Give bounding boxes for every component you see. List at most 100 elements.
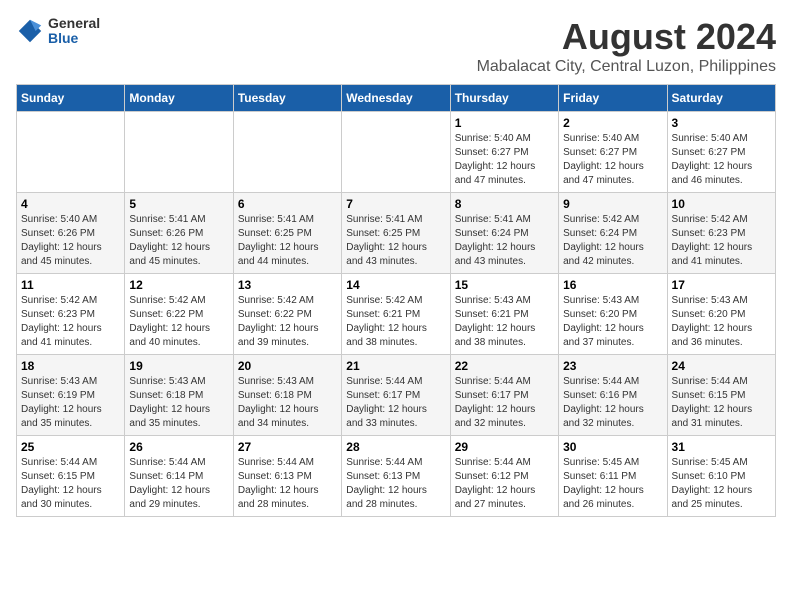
calendar-day-cell: 1 Sunrise: 5:40 AMSunset: 6:27 PMDaylight… [450,112,558,193]
title-block: August 2024 Mabalacat City, Central Luzo… [477,16,776,76]
day-number: 23 [563,359,662,373]
calendar-week-row: 18Sunrise: 5:43 AMSunset: 6:19 PMDayligh… [17,355,776,436]
day-number: 5 [129,197,228,211]
calendar-day-cell: 21 Sunrise: 5:44 AMSunset: 6:17 PMDayligh… [342,355,450,436]
day-number: 2 [563,116,662,130]
calendar-day-cell [233,112,341,193]
calendar-day-header: Thursday [450,85,558,112]
day-number: 26 [129,440,228,454]
calendar-day-cell: 4 Sunrise: 5:40 AMSunset: 6:26 PMDaylight… [17,193,125,274]
calendar-day-cell: 11 Sunrise: 5:42 AMSunset: 6:23 PMDayligh… [17,274,125,355]
day-info: Sunrise: 5:42 AMSunset: 6:22 PMDaylight:… [129,294,228,350]
day-number: 7 [346,197,445,211]
calendar-day-cell: 28 Sunrise: 5:44 AMSunset: 6:13 PMDayligh… [342,436,450,517]
calendar-week-row: 25 Sunrise: 5:44 AMSunset: 6:15 PMDayligh… [17,436,776,517]
calendar-day-cell: 18Sunrise: 5:43 AMSunset: 6:19 PMDayligh… [17,355,125,436]
day-info: Sunrise: 5:43 AMSunset: 6:20 PMDaylight:… [563,294,662,350]
day-number: 31 [672,440,771,454]
day-info: Sunrise: 5:44 AMSunset: 6:15 PMDaylight:… [672,375,771,431]
day-info: Sunrise: 5:44 AMSunset: 6:12 PMDaylight:… [455,456,554,512]
calendar-day-header: Monday [125,85,233,112]
calendar-day-cell: 25 Sunrise: 5:44 AMSunset: 6:15 PMDayligh… [17,436,125,517]
day-number: 22 [455,359,554,373]
calendar-day-cell: 9Sunrise: 5:42 AMSunset: 6:24 PMDaylight… [559,193,667,274]
day-number: 17 [672,278,771,292]
calendar-table: SundayMondayTuesdayWednesdayThursdayFrid… [16,84,776,517]
calendar-day-cell: 7 Sunrise: 5:41 AMSunset: 6:25 PMDaylight… [342,193,450,274]
day-number: 15 [455,278,554,292]
subtitle: Mabalacat City, Central Luzon, Philippin… [477,58,776,76]
calendar-day-cell: 27 Sunrise: 5:44 AMSunset: 6:13 PMDayligh… [233,436,341,517]
calendar-day-cell: 24 Sunrise: 5:44 AMSunset: 6:15 PMDayligh… [667,355,775,436]
calendar-day-cell: 17 Sunrise: 5:43 AMSunset: 6:20 PMDayligh… [667,274,775,355]
calendar-day-cell: 13 Sunrise: 5:42 AMSunset: 6:22 PMDayligh… [233,274,341,355]
day-info: Sunrise: 5:42 AMSunset: 6:23 PMDaylight:… [672,213,771,269]
day-number: 1 [455,116,554,130]
calendar-day-header: Friday [559,85,667,112]
day-number: 6 [238,197,337,211]
day-info: Sunrise: 5:41 AMSunset: 6:24 PMDaylight:… [455,213,554,269]
day-number: 18 [21,359,120,373]
day-info: Sunrise: 5:45 AMSunset: 6:11 PMDaylight:… [563,456,662,512]
day-info: Sunrise: 5:42 AMSunset: 6:23 PMDaylight:… [21,294,120,350]
day-info: Sunrise: 5:40 AMSunset: 6:27 PMDaylight:… [563,132,662,188]
calendar-day-cell: 14 Sunrise: 5:42 AMSunset: 6:21 PMDayligh… [342,274,450,355]
day-number: 27 [238,440,337,454]
day-info: Sunrise: 5:44 AMSunset: 6:13 PMDaylight:… [346,456,445,512]
calendar-day-cell: 6 Sunrise: 5:41 AMSunset: 6:25 PMDaylight… [233,193,341,274]
day-info: Sunrise: 5:41 AMSunset: 6:25 PMDaylight:… [346,213,445,269]
logo-blue-text: Blue [48,31,100,46]
logo-icon [16,17,44,45]
day-info: Sunrise: 5:40 AMSunset: 6:27 PMDaylight:… [672,132,771,188]
day-number: 11 [21,278,120,292]
day-info: Sunrise: 5:43 AMSunset: 6:20 PMDaylight:… [672,294,771,350]
calendar-day-header: Sunday [17,85,125,112]
day-info: Sunrise: 5:40 AMSunset: 6:26 PMDaylight:… [21,213,120,269]
day-info: Sunrise: 5:40 AMSunset: 6:27 PMDaylight:… [455,132,554,188]
calendar-day-header: Wednesday [342,85,450,112]
day-info: Sunrise: 5:43 AMSunset: 6:18 PMDaylight:… [238,375,337,431]
calendar-header-row: SundayMondayTuesdayWednesdayThursdayFrid… [17,85,776,112]
day-number: 14 [346,278,445,292]
calendar-day-cell: 22 Sunrise: 5:44 AMSunset: 6:17 PMDayligh… [450,355,558,436]
day-number: 4 [21,197,120,211]
calendar-day-cell: 23Sunrise: 5:44 AMSunset: 6:16 PMDayligh… [559,355,667,436]
calendar-day-cell: 16 Sunrise: 5:43 AMSunset: 6:20 PMDayligh… [559,274,667,355]
day-info: Sunrise: 5:45 AMSunset: 6:10 PMDaylight:… [672,456,771,512]
calendar-day-header: Tuesday [233,85,341,112]
day-number: 25 [21,440,120,454]
calendar-day-cell: 5 Sunrise: 5:41 AMSunset: 6:26 PMDaylight… [125,193,233,274]
calendar-day-cell: 8 Sunrise: 5:41 AMSunset: 6:24 PMDaylight… [450,193,558,274]
day-info: Sunrise: 5:41 AMSunset: 6:25 PMDaylight:… [238,213,337,269]
day-info: Sunrise: 5:44 AMSunset: 6:13 PMDaylight:… [238,456,337,512]
calendar-day-cell: 26Sunrise: 5:44 AMSunset: 6:14 PMDayligh… [125,436,233,517]
calendar-day-cell: 3 Sunrise: 5:40 AMSunset: 6:27 PMDaylight… [667,112,775,193]
calendar-week-row: 4 Sunrise: 5:40 AMSunset: 6:26 PMDaylight… [17,193,776,274]
day-number: 8 [455,197,554,211]
calendar-day-cell [17,112,125,193]
day-number: 28 [346,440,445,454]
day-number: 12 [129,278,228,292]
day-info: Sunrise: 5:44 AMSunset: 6:15 PMDaylight:… [21,456,120,512]
calendar-day-cell: 29Sunrise: 5:44 AMSunset: 6:12 PMDayligh… [450,436,558,517]
day-number: 3 [672,116,771,130]
day-info: Sunrise: 5:43 AMSunset: 6:21 PMDaylight:… [455,294,554,350]
day-info: Sunrise: 5:44 AMSunset: 6:17 PMDaylight:… [346,375,445,431]
day-info: Sunrise: 5:41 AMSunset: 6:26 PMDaylight:… [129,213,228,269]
page-header: General Blue August 2024 Mabalacat City,… [16,16,776,76]
calendar-day-cell: 20 Sunrise: 5:43 AMSunset: 6:18 PMDayligh… [233,355,341,436]
calendar-day-cell: 10 Sunrise: 5:42 AMSunset: 6:23 PMDayligh… [667,193,775,274]
day-number: 16 [563,278,662,292]
day-number: 20 [238,359,337,373]
day-info: Sunrise: 5:42 AMSunset: 6:21 PMDaylight:… [346,294,445,350]
calendar-day-cell [342,112,450,193]
day-info: Sunrise: 5:42 AMSunset: 6:22 PMDaylight:… [238,294,337,350]
day-number: 24 [672,359,771,373]
calendar-day-cell: 30Sunrise: 5:45 AMSunset: 6:11 PMDayligh… [559,436,667,517]
calendar-day-cell: 19Sunrise: 5:43 AMSunset: 6:18 PMDayligh… [125,355,233,436]
day-number: 13 [238,278,337,292]
day-number: 10 [672,197,771,211]
day-number: 9 [563,197,662,211]
day-number: 21 [346,359,445,373]
day-info: Sunrise: 5:44 AMSunset: 6:17 PMDaylight:… [455,375,554,431]
